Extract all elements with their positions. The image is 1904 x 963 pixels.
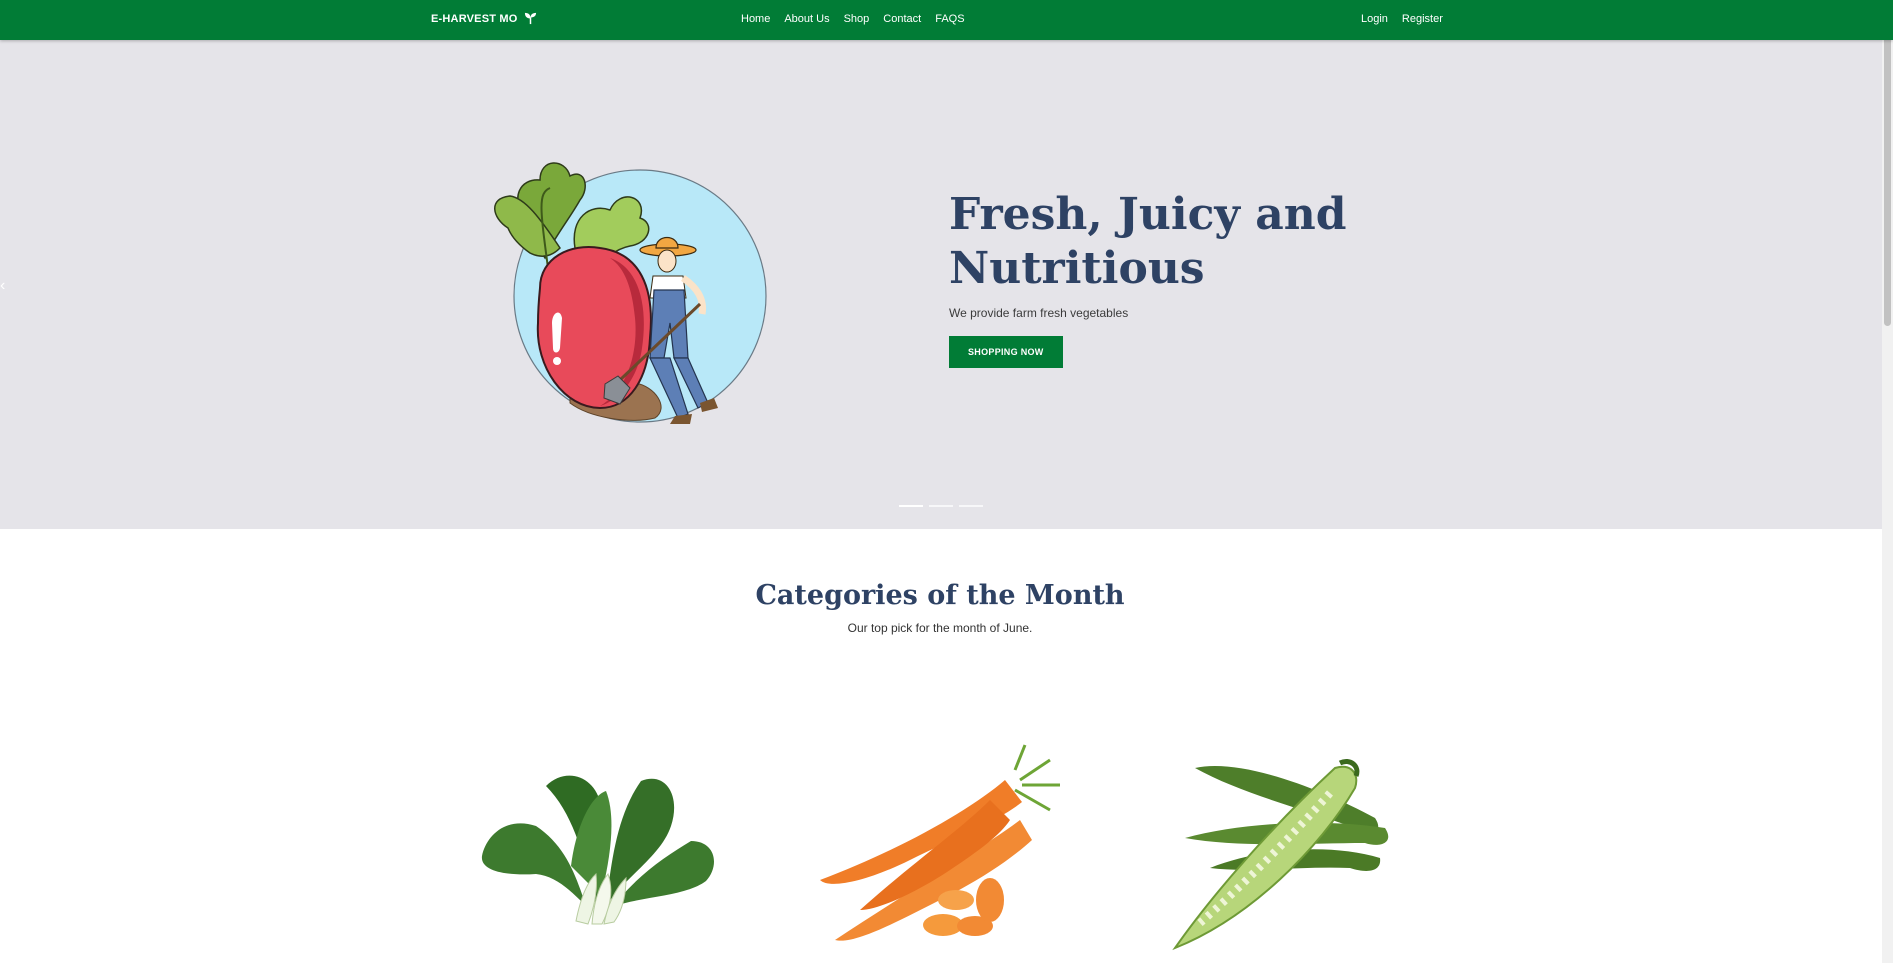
hero-title-line2: Nutritious [949,243,1205,294]
auth-links: Login Register [1361,13,1443,25]
page: E-HARVEST MO Home About Us Shop Contact … [0,0,1893,963]
hero-subtitle: We provide farm fresh vegetables [949,306,1129,320]
categories-header: Categories of the Month Our top pick for… [0,580,1880,635]
scrollbar-thumb[interactable] [1884,2,1891,326]
main-nav: Home About Us Shop Contact FAQS [741,13,965,25]
carousel-indicator-1[interactable] [899,505,923,507]
category-carrots-image[interactable] [810,740,1066,946]
login-link[interactable]: Login [1361,13,1388,25]
categories-title: Categories of the Month [755,580,1125,611]
nav-shop[interactable]: Shop [844,13,870,25]
brand-name: E-HARVEST MO [431,12,518,25]
category-okra-image[interactable] [1170,748,1410,954]
top-navbar: E-HARVEST MO Home About Us Shop Contact … [0,0,1893,40]
nav-faqs[interactable]: FAQS [935,13,964,25]
page-scrollbar[interactable] [1882,0,1893,963]
nav-about-us[interactable]: About Us [784,13,829,25]
carousel-indicator-3[interactable] [959,505,983,507]
register-link[interactable]: Register [1402,13,1443,25]
carousel-indicators [899,505,983,507]
nav-home[interactable]: Home [741,13,770,25]
categories-subtitle: Our top pick for the month of June. [847,621,1033,635]
hero-title-line1: Fresh, Juicy and [949,189,1347,240]
farmer-radish-illustration [494,162,767,424]
hero-carousel: ‹ › [0,40,1893,529]
carousel-indicator-2[interactable] [929,505,953,507]
carousel-prev-icon[interactable]: ‹ [0,277,5,295]
shopping-now-button[interactable]: SHOPPING NOW [949,336,1063,368]
sprout-icon [524,12,536,25]
hero-caption: Fresh, Juicy and Nutritious We provide f… [949,188,1369,368]
category-bok-choy-image[interactable] [476,756,720,926]
hero-title: Fresh, Juicy and Nutritious [949,188,1369,296]
brand-logo[interactable]: E-HARVEST MO [431,12,537,25]
nav-contact[interactable]: Contact [883,13,921,25]
